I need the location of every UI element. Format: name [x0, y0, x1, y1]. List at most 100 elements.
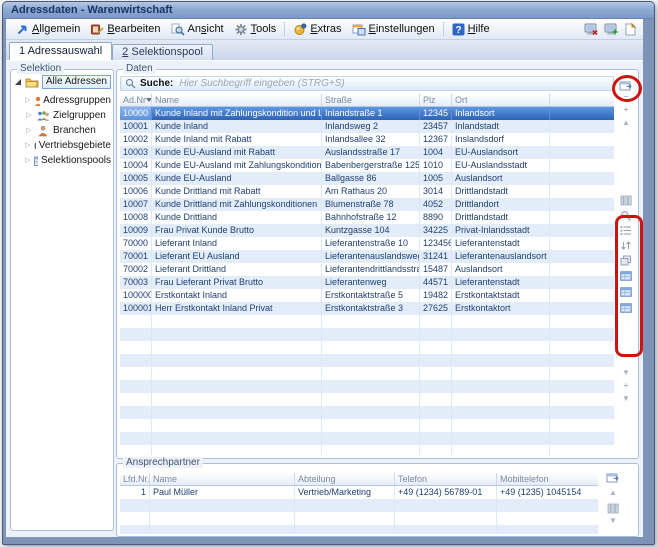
- search-zoom-icon[interactable]: [620, 210, 632, 221]
- tree-collapsed-icon[interactable]: ▷: [25, 157, 30, 164]
- address-row[interactable]: 10003 Kunde EU-Ausland mit Rabatt Auslan…: [120, 146, 614, 159]
- cell-name: [150, 499, 295, 512]
- help-icon: ?: [452, 23, 465, 36]
- cell-plz: 4052: [420, 198, 452, 211]
- menu-item-ansicht[interactable]: Ansicht: [166, 22, 229, 37]
- cell-empty: [550, 185, 614, 198]
- cell-plz: 27625: [420, 302, 452, 315]
- view-magnifier-icon: [171, 23, 185, 36]
- tree-node-vertriebsgebiete[interactable]: ▷ Vertriebsgebiete: [25, 138, 111, 153]
- tree-collapsed-icon[interactable]: ▷: [25, 127, 33, 134]
- address-row[interactable]: 70000 Lieferant Inland Lieferantenstraße…: [120, 237, 614, 250]
- daten-group-label: Daten: [123, 63, 156, 74]
- column-header-ort[interactable]: Ort: [452, 94, 550, 106]
- cell-name: Kunde Inland: [152, 120, 322, 133]
- column-header-adnr[interactable]: Ad.Nr: [120, 94, 152, 106]
- address-row[interactable]: 70003 Frau Lieferant Privat Brutto Liefe…: [120, 276, 614, 289]
- cell-empty: [550, 341, 614, 354]
- scroll-down-icon[interactable]: ▼: [609, 516, 617, 529]
- cell-empty: [550, 393, 614, 406]
- menu-item-bearbeiten[interactable]: Bearbeiten: [85, 22, 165, 37]
- cell-plz: 15487: [420, 263, 452, 276]
- cell-strasse: [322, 445, 420, 455]
- tree-node-label: Alle Adressen: [42, 75, 111, 89]
- contact-row[interactable]: 1 Paul Müller Vertrieb/Marketing +49 (12…: [120, 486, 598, 499]
- tree-node-alle-adressen[interactable]: Alle Adressen: [15, 74, 111, 89]
- address-row[interactable]: 100001 Herr Erstkontakt Inland Privat Er…: [120, 302, 614, 315]
- menu-item-einstellungen[interactable]: Einstellungen: [347, 22, 440, 37]
- address-row[interactable]: 70002 Lieferant Drittland Lieferantendri…: [120, 263, 614, 276]
- scroll-up-icon[interactable]: ▲: [609, 488, 617, 501]
- address-row[interactable]: 10009 Frau Privat Kunde Brutto Kuntzgass…: [120, 224, 614, 237]
- menu-item-extras[interactable]: Extras: [288, 22, 346, 37]
- tree-collapsed-icon[interactable]: ▷: [25, 97, 30, 104]
- cell-empty: [550, 159, 614, 172]
- cell-name: Kunde Drittland mit Zahlungskonditionen: [152, 198, 322, 211]
- column-header-telefon[interactable]: Telefon: [395, 473, 497, 485]
- column-header-lfdnr[interactable]: Lfd.Nr.: [120, 473, 150, 485]
- tree-node-branchen[interactable]: ▷ Branchen: [25, 123, 111, 138]
- tree-expanded-icon[interactable]: [15, 79, 21, 85]
- cell-adnr: [120, 380, 152, 393]
- export-window-icon[interactable]: [606, 472, 620, 484]
- search-icon: [125, 78, 136, 89]
- cell-strasse: Babenbergerstraße 125: [322, 159, 420, 172]
- address-row[interactable]: 70001 Lieferant EU Ausland Lieferantenau…: [120, 250, 614, 263]
- list-icon[interactable]: [620, 225, 632, 236]
- address-row[interactable]: 10007 Kunde Drittland mit Zahlungskondit…: [120, 198, 614, 211]
- title-bar[interactable]: Adressdaten - Warenwirtschaft: [3, 2, 654, 19]
- scroll-last-icon[interactable]: ▼: [622, 394, 630, 407]
- cell-name: [152, 315, 322, 328]
- remote-session-add-icon[interactable]: [604, 23, 619, 36]
- collapse-icon[interactable]: −: [624, 92, 629, 105]
- remote-session-remove-icon[interactable]: [584, 23, 599, 36]
- cell-name: [150, 512, 295, 525]
- cell-adnr: [120, 406, 152, 419]
- sales-territories-icon: [33, 140, 35, 152]
- column-header-name[interactable]: Name: [150, 473, 295, 485]
- column-header-mobiltelefon[interactable]: Mobiltelefon: [497, 473, 598, 485]
- address-row[interactable]: 10004 Kunde EU-Ausland mit Zahlungskondi…: [120, 159, 614, 172]
- menu-item-tools[interactable]: Tools: [229, 22, 282, 37]
- cell-strasse: [322, 419, 420, 432]
- table-view-icon[interactable]: [620, 287, 632, 297]
- tree-node-adressgruppen[interactable]: ▷ Adressgruppen: [25, 93, 111, 108]
- search-input[interactable]: [177, 77, 613, 91]
- tree-node-zielgruppen[interactable]: ▷ Zielgruppen: [25, 108, 111, 123]
- cell-ort: Erstkontaktstadt: [452, 289, 550, 302]
- cell-ort: [452, 328, 550, 341]
- scroll-down-icon[interactable]: ▼: [622, 368, 630, 381]
- sort-icon[interactable]: [620, 240, 632, 251]
- columns-icon[interactable]: [620, 195, 632, 206]
- menu-item-hilfe[interactable]: ? Hilfe: [447, 22, 495, 37]
- address-row[interactable]: 10005 Kunde EU-Ausland Ballgasse 86 1005…: [120, 172, 614, 185]
- address-row[interactable]: 10001 Kunde Inland Inlandsweg 2 23457 In…: [120, 120, 614, 133]
- new-document-icon[interactable]: [624, 23, 636, 36]
- expand-icon[interactable]: +: [624, 105, 629, 118]
- column-header-strasse[interactable]: Straße: [322, 94, 420, 106]
- add-icon[interactable]: +: [624, 381, 629, 394]
- address-row[interactable]: 10008 Kunde Drittland Bahnhofstraße 12 8…: [120, 211, 614, 224]
- export-window-icon[interactable]: [619, 80, 633, 92]
- table-view-icon[interactable]: [620, 303, 632, 313]
- column-header-name[interactable]: Name: [152, 94, 322, 106]
- cell-adnr: [120, 315, 152, 328]
- table-view-icon[interactable]: [620, 271, 632, 281]
- address-row[interactable]: 10006 Kunde Drittland mit Rabatt Am Rath…: [120, 185, 614, 198]
- menu-item-allgemein[interactable]: Allgemein: [10, 22, 85, 37]
- tree-collapsed-icon[interactable]: ▷: [25, 142, 30, 149]
- tab-selektionspool[interactable]: 2 Selektionspool: [112, 44, 213, 60]
- tree-node-selektionspools[interactable]: ▷ Selektionspools: [25, 153, 111, 168]
- address-row[interactable]: 10000 Kunde Inland mit Zahlungskondition…: [120, 107, 614, 120]
- copy-icon[interactable]: [620, 255, 632, 266]
- cell-empty: [550, 406, 614, 419]
- columns-icon[interactable]: [607, 503, 619, 514]
- address-row[interactable]: 10002 Kunde Inland mit Rabatt Inlandsall…: [120, 133, 614, 146]
- address-row[interactable]: 100000 Erstkontakt Inland Erstkontaktstr…: [120, 289, 614, 302]
- tree-collapsed-icon[interactable]: ▷: [25, 112, 33, 119]
- tab-adressauswahl[interactable]: 1 Adressauswahl: [9, 42, 112, 60]
- column-header-plz[interactable]: Plz: [420, 94, 452, 106]
- scroll-up-icon[interactable]: ▲: [622, 118, 630, 131]
- empty-row: [120, 445, 614, 455]
- column-header-abteilung[interactable]: Abteilung: [295, 473, 395, 485]
